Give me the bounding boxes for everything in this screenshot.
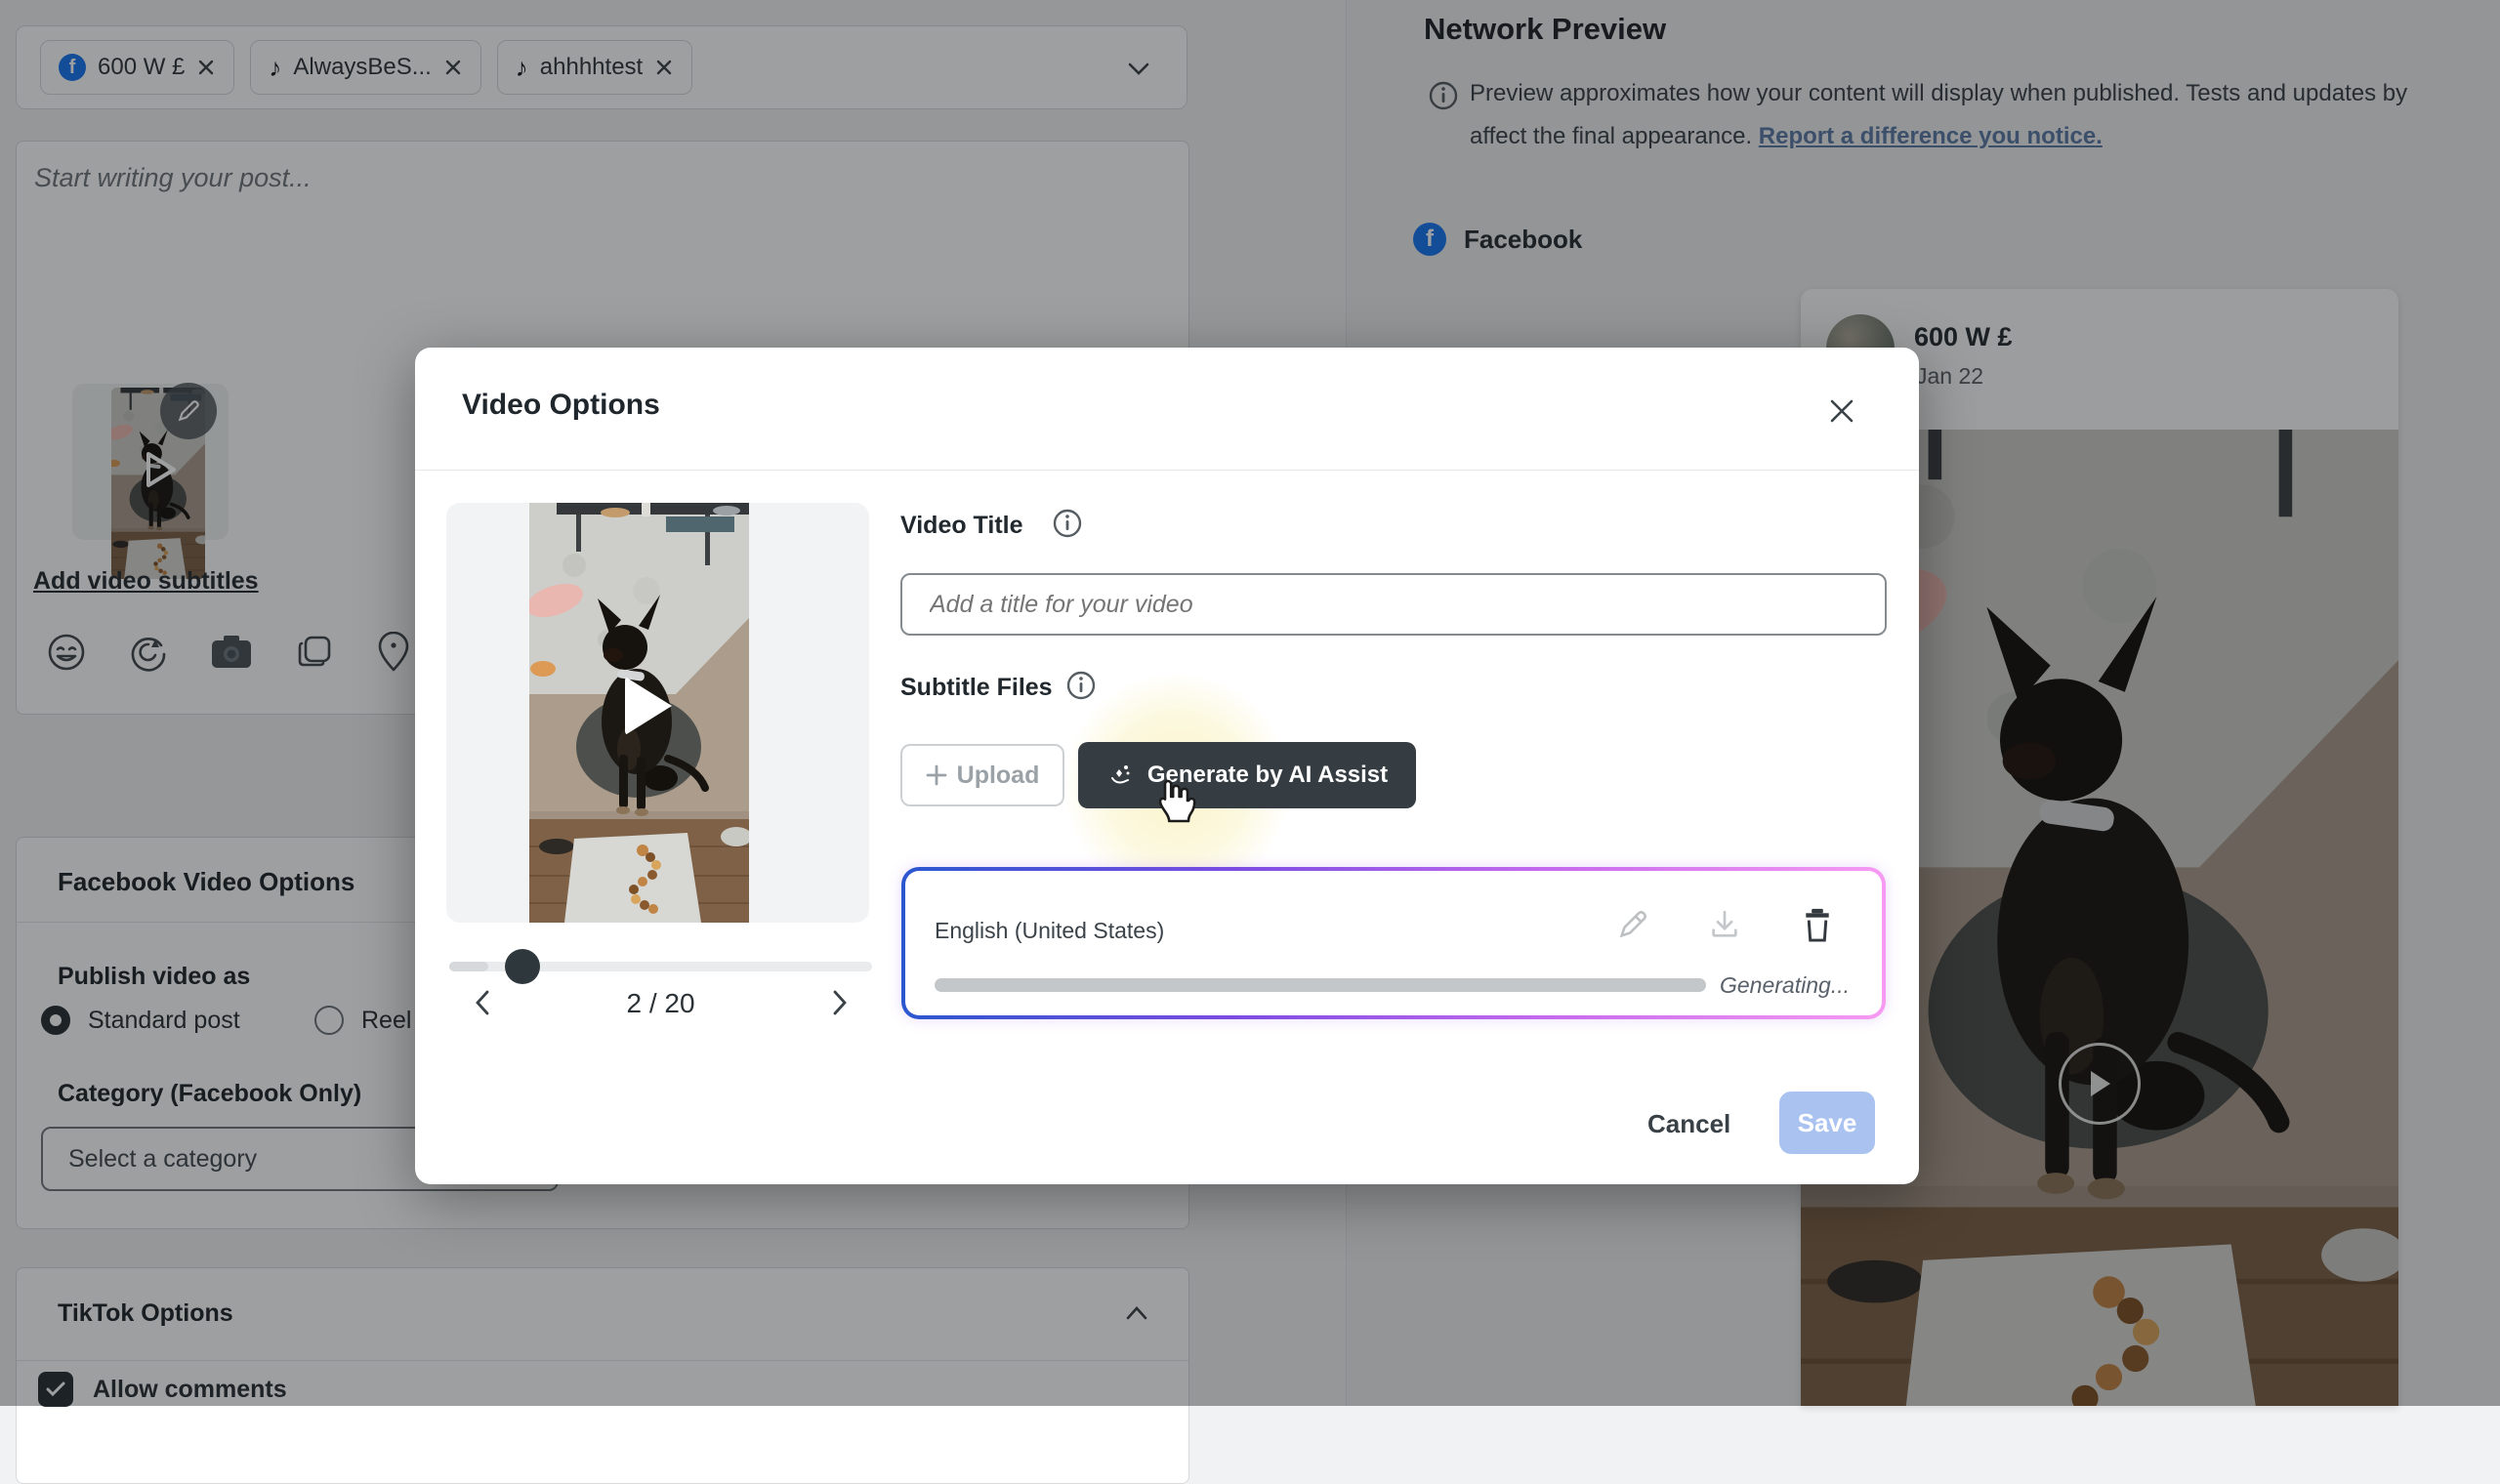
cancel-button-label: Cancel: [1647, 1109, 1730, 1138]
cancel-button[interactable]: Cancel: [1647, 1109, 1730, 1139]
ai-assist-icon: [1106, 761, 1136, 790]
subtitle-progress-bar: [935, 978, 1706, 992]
video-title-input[interactable]: [900, 573, 1887, 636]
save-button-label: Save: [1798, 1108, 1857, 1138]
generate-by-ai-assist-button[interactable]: Generate by AI Assist: [1078, 742, 1416, 808]
download-subtitle-icon[interactable]: [1708, 908, 1741, 941]
info-icon[interactable]: [1065, 670, 1097, 701]
modal-video-preview[interactable]: [529, 503, 749, 923]
plus-icon: [926, 764, 947, 786]
subtitle-files-label: Subtitle Files: [900, 674, 1053, 702]
play-icon[interactable]: [625, 677, 672, 735]
subtitle-language: English (United States): [935, 918, 1164, 944]
subtitle-status: Generating...: [1720, 972, 1850, 999]
edit-subtitle-icon[interactable]: [1616, 908, 1649, 941]
info-icon[interactable]: [1052, 508, 1083, 539]
upload-button[interactable]: Upload: [900, 744, 1064, 806]
video-page-indicator: 2 / 20: [449, 988, 872, 1019]
video-scrub-slider[interactable]: [449, 949, 872, 984]
video-options-modal: Video Options 2 / 20 Video Title Subtitl…: [415, 348, 1919, 1184]
save-button[interactable]: Save: [1779, 1092, 1875, 1154]
modal-title: Video Options: [462, 389, 660, 422]
next-video-icon[interactable]: [829, 988, 851, 1017]
mouse-cursor: [1149, 775, 1198, 830]
video-title-label: Video Title: [900, 512, 1023, 540]
slider-thumb[interactable]: [505, 949, 540, 984]
subtitle-item-card: English (United States) Generating...: [901, 867, 1886, 1019]
upload-button-label: Upload: [957, 762, 1040, 790]
close-icon[interactable]: [1825, 394, 1858, 428]
delete-subtitle-icon[interactable]: [1800, 906, 1835, 943]
